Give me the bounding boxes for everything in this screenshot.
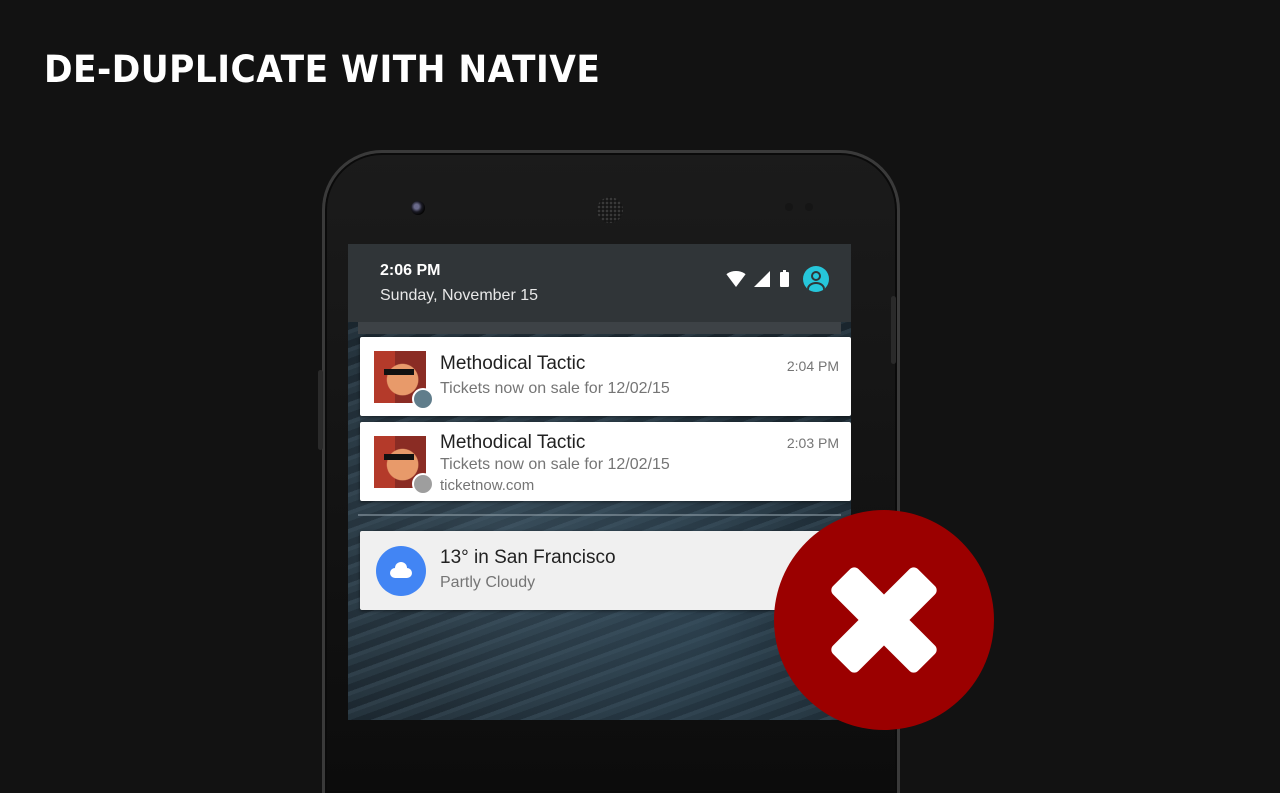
notification-time: 2:04 PM	[786, 358, 839, 374]
notification-text: Tickets now on sale for 12/02/15	[440, 380, 670, 397]
cloud-icon	[376, 546, 426, 596]
signal-icon	[754, 271, 770, 287]
status-date: Sunday, November 15	[380, 287, 539, 304]
notification-subtext: ticketnow.com	[440, 477, 535, 494]
notification-header: 2:06 PM Sunday, November 15	[348, 244, 851, 322]
shade-edge	[358, 322, 841, 334]
status-time: 2:06 PM	[380, 262, 441, 279]
notification-card[interactable]: Methodical Tactic Tickets now on sale fo…	[360, 422, 851, 501]
battery-icon	[780, 269, 789, 287]
front-camera	[411, 201, 425, 215]
status-icons	[724, 266, 829, 292]
volume-button	[318, 370, 323, 450]
notification-time: 2:03 PM	[786, 435, 839, 451]
power-button	[891, 296, 896, 364]
close-x-icon	[774, 510, 994, 730]
notification-card[interactable]: Methodical Tactic Tickets now on sale fo…	[360, 337, 851, 416]
section-divider	[358, 514, 841, 516]
notification-text: Partly Cloudy	[440, 574, 536, 591]
light-sensor	[805, 203, 813, 211]
app-badge-icon	[412, 388, 434, 410]
phone-screen: 2:06 PM Sunday, November 15 Methodical T…	[348, 244, 851, 720]
account-icon[interactable]	[803, 266, 829, 292]
notification-title: 13° in San Francisco	[440, 547, 616, 568]
wifi-icon	[724, 271, 748, 287]
earpiece-speaker	[597, 197, 623, 223]
proximity-sensor	[785, 203, 793, 211]
chrome-badge-icon	[412, 473, 434, 495]
notification-title: Methodical Tactic	[440, 432, 586, 453]
slide-title: DE-DUPLICATE WITH NATIVE	[44, 48, 601, 91]
notification-title: Methodical Tactic	[440, 353, 586, 374]
notification-text: Tickets now on sale for 12/02/15	[440, 456, 670, 473]
